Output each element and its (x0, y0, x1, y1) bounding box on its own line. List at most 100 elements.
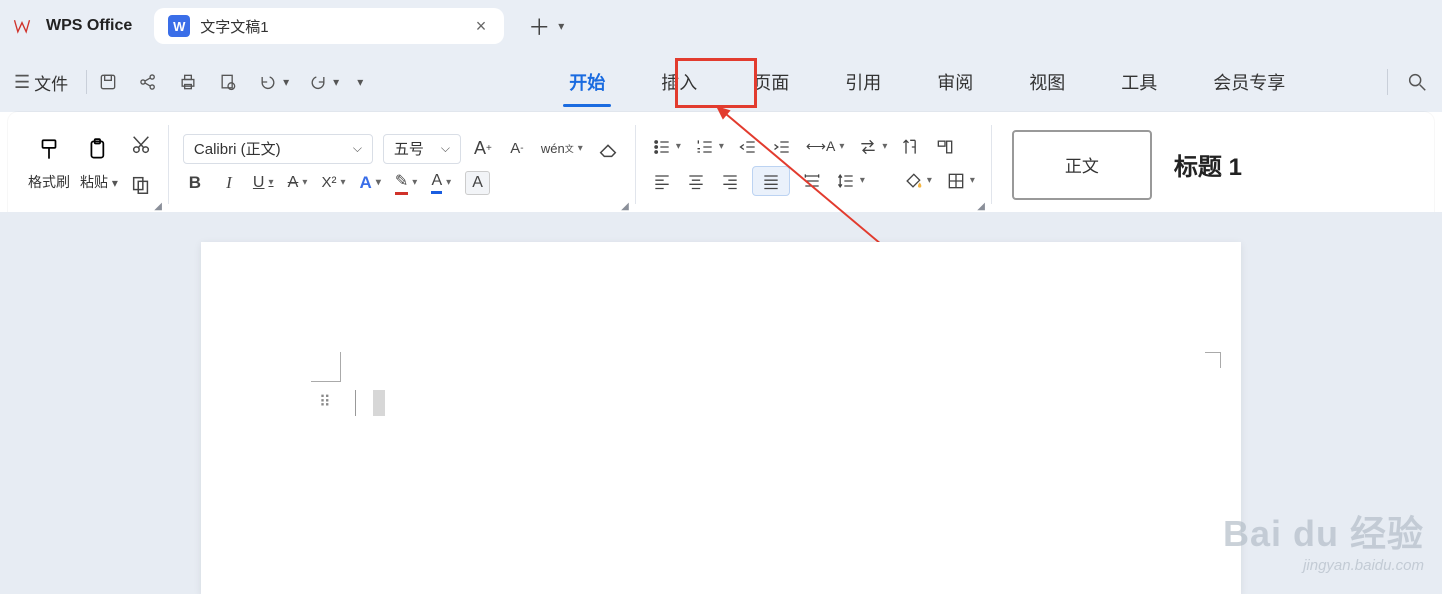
clear-format-button[interactable] (595, 136, 621, 162)
tab-insert[interactable]: 插入 (655, 61, 703, 103)
close-tab-icon[interactable]: × (472, 16, 491, 37)
separator (86, 70, 87, 94)
tab-page[interactable]: 页面 (747, 61, 795, 103)
undo-icon (257, 71, 279, 93)
font-group: Calibri (正文) ⌵ 五号 ⌵ A+ A- wén文▾ B I U▾ A… (173, 119, 631, 210)
copy-icon (130, 174, 152, 196)
borders-button[interactable]: ▾ (944, 168, 977, 194)
chevron-down-icon: ⌵ (441, 141, 450, 156)
chevron-down-icon[interactable]: ▾ (283, 75, 289, 89)
shading-button[interactable]: ▾ (901, 168, 934, 194)
document-tab[interactable]: W 文字文稿1 × (154, 8, 504, 44)
grow-font-button[interactable]: A+ (471, 136, 495, 162)
doc-type-icon: W (168, 15, 190, 37)
paragraph-group: ▾ ▾ ⟷A▾ ▾ ▾ ▾ ▾ ◢ (640, 119, 987, 210)
format-painter-icon (36, 137, 62, 168)
print-preview-icon[interactable] (217, 71, 239, 93)
line-spacing-button[interactable]: ▾ (834, 168, 867, 194)
style-normal[interactable]: 正文 (1012, 130, 1152, 200)
align-right-icon (720, 171, 740, 191)
tab-reference[interactable]: 引用 (839, 61, 887, 103)
indent-icon (772, 137, 792, 157)
scissors-icon (130, 134, 152, 156)
margin-corner-tl (311, 352, 341, 382)
phonetic-guide-button[interactable]: wén文▾ (539, 136, 585, 162)
highlight-color-button[interactable]: ✎▾ (393, 170, 419, 196)
borders-icon (946, 171, 966, 191)
underline-button[interactable]: U▾ (251, 170, 276, 196)
increase-indent-button[interactable] (770, 134, 794, 160)
align-justify-icon (761, 171, 781, 191)
tab-start[interactable]: 开始 (563, 61, 611, 103)
paste-icon (86, 137, 112, 168)
numbering-button[interactable]: ▾ (693, 134, 726, 160)
cut-button[interactable] (128, 132, 154, 158)
menu-bar: ☰ 文件 ▾ ▾ ▾ 开始 插入 页面 引用 审阅 视图 工具 会员专享 (0, 52, 1442, 112)
share-icon[interactable] (137, 71, 159, 93)
show-marks-button[interactable] (933, 134, 957, 160)
pilcrow-icon (935, 137, 955, 157)
print-icon[interactable] (177, 71, 199, 93)
sort-button[interactable] (899, 134, 923, 160)
format-painter-button[interactable]: 格式刷 (28, 137, 70, 192)
tab-member[interactable]: 会员专享 (1207, 61, 1291, 103)
hamburger-icon: ☰ (14, 72, 30, 93)
bullets-icon (652, 137, 672, 157)
align-right-button[interactable] (718, 168, 742, 194)
tab-tools[interactable]: 工具 (1115, 61, 1163, 103)
shading-icon: A (465, 171, 490, 195)
group-launcher-icon[interactable]: ◢ (621, 201, 629, 212)
tab-view[interactable]: 视图 (1023, 61, 1071, 103)
qat-more-icon[interactable]: ▾ (357, 75, 363, 89)
chevron-down-icon[interactable]: ▾ (558, 19, 564, 33)
shrink-font-button[interactable]: A- (505, 136, 529, 162)
style-heading1[interactable]: 标题 1 (1174, 147, 1242, 182)
document-workspace: ⠿ (0, 212, 1442, 594)
document-page[interactable]: ⠿ (201, 242, 1241, 594)
quick-access-toolbar: ▾ ▾ ▾ (97, 71, 363, 93)
new-tab-button[interactable]: ＋ ▾ (528, 10, 564, 42)
align-center-button[interactable] (684, 168, 708, 194)
wps-logo-icon (12, 16, 32, 36)
file-menu[interactable]: ☰ 文件 (14, 70, 76, 95)
superscript-button[interactable]: X²▾ (320, 170, 348, 196)
text-cursor (373, 390, 385, 416)
sort-icon (901, 137, 921, 157)
character-shading-button[interactable]: A (463, 170, 492, 196)
distribute-icon (802, 171, 822, 191)
direction-icon (858, 137, 878, 157)
group-launcher-icon[interactable]: ◢ (977, 201, 985, 212)
search-icon (1406, 71, 1428, 93)
group-launcher-icon[interactable]: ◢ (154, 201, 162, 212)
font-name-select[interactable]: Calibri (正文) ⌵ (183, 134, 373, 164)
undo-button[interactable]: ▾ (257, 71, 289, 93)
tab-review[interactable]: 审阅 (931, 61, 979, 103)
character-scale-button[interactable]: ⟷A▾ (804, 134, 846, 160)
plus-icon: ＋ (528, 10, 550, 42)
align-left-button[interactable] (650, 168, 674, 194)
redo-button[interactable]: ▾ (307, 71, 339, 93)
distribute-button[interactable] (800, 168, 824, 194)
text-direction-button[interactable]: ▾ (856, 134, 889, 160)
text-effects-button[interactable]: A▾ (358, 170, 383, 196)
save-icon[interactable] (97, 71, 119, 93)
paste-label: 粘贴 ▾ (80, 172, 118, 192)
italic-button[interactable]: I (217, 170, 241, 196)
font-size-select[interactable]: 五号 ⌵ (383, 134, 461, 164)
align-justify-button[interactable] (752, 166, 790, 196)
strikethrough-button[interactable]: A▾ (286, 170, 310, 196)
chevron-down-icon[interactable]: ▾ (333, 75, 339, 89)
search-button[interactable] (1387, 69, 1428, 95)
paste-button[interactable]: 粘贴 ▾ (80, 137, 118, 192)
font-size-value: 五号 (394, 138, 424, 159)
eraser-icon (597, 138, 619, 160)
bold-button[interactable]: B (183, 170, 207, 196)
copy-button[interactable] (128, 172, 154, 198)
app-name: WPS Office (46, 17, 132, 35)
bullets-button[interactable]: ▾ (650, 134, 683, 160)
decrease-indent-button[interactable] (736, 134, 760, 160)
title-bar: WPS Office W 文字文稿1 × ＋ ▾ (0, 0, 1442, 52)
align-left-icon (652, 171, 672, 191)
drag-handle-icon[interactable]: ⠿ (319, 392, 329, 412)
font-color-button[interactable]: A▾ (429, 170, 453, 196)
